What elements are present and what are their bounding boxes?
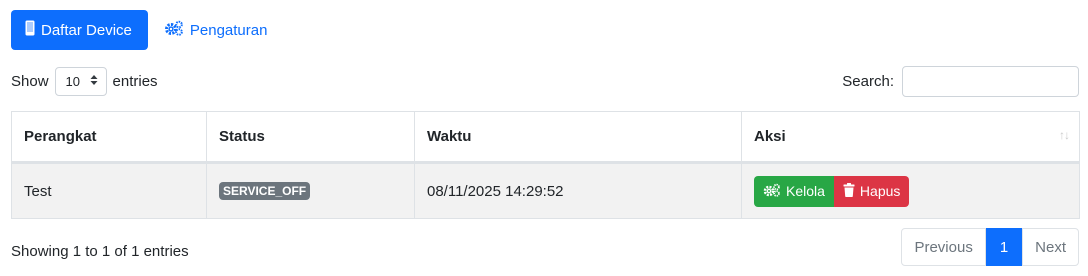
device-table: Perangkat Status Waktu Aksi ↑↓ Test SERV… (11, 111, 1080, 219)
trash-icon (843, 182, 855, 200)
search-control: Search: (842, 66, 1079, 97)
entries-select[interactable]: 10 (54, 67, 107, 96)
kelola-label: Kelola (786, 183, 825, 199)
kelola-button[interactable]: Kelola (754, 175, 834, 207)
pagination: Previous 1 Next (901, 228, 1079, 266)
table-row: Test SERVICE_OFF 08/11/2025 14:29:52 Kel… (11, 162, 1080, 219)
sort-icon: ↑↓ (1059, 128, 1070, 142)
hapus-label: Hapus (859, 183, 901, 199)
pagination-page-1[interactable]: 1 (985, 228, 1023, 266)
cell-device: Test (11, 162, 207, 219)
mobile-icon (25, 20, 35, 40)
table-header-row: Perangkat Status Waktu Aksi ↑↓ (11, 111, 1080, 164)
pagination-next[interactable]: Next (1022, 228, 1079, 266)
pagination-previous[interactable]: Previous (901, 228, 986, 266)
nav-tabs: Daftar Device Pengaturan (11, 10, 267, 50)
column-header-status[interactable]: Status (206, 111, 415, 164)
entries-label: entries (112, 73, 158, 90)
column-header-aksi-label: Aksi (754, 128, 786, 145)
tab-daftar-device[interactable]: Daftar Device (11, 10, 148, 50)
cell-actions: Kelola Hapus (741, 162, 1080, 219)
tab-daftar-device-label: Daftar Device (41, 21, 132, 39)
show-label: Show (11, 73, 49, 90)
tab-pengaturan[interactable]: Pengaturan (164, 20, 268, 40)
gears-icon (164, 20, 184, 40)
column-header-waktu[interactable]: Waktu (414, 111, 742, 164)
cell-time: 08/11/2025 14:29:52 (414, 162, 742, 219)
cell-status: SERVICE_OFF (206, 162, 415, 219)
column-header-perangkat[interactable]: Perangkat (11, 111, 207, 164)
search-input[interactable] (902, 66, 1079, 97)
column-header-aksi[interactable]: Aksi ↑↓ (741, 111, 1080, 164)
status-badge: SERVICE_OFF (219, 182, 311, 200)
gears-icon (763, 183, 781, 200)
updown-icon (90, 74, 98, 89)
table-info: Showing 1 to 1 of 1 entries (11, 243, 189, 260)
entries-select-value: 10 (65, 74, 80, 89)
tab-pengaturan-label: Pengaturan (189, 21, 268, 39)
entries-length-control: Show 10 entries (11, 66, 158, 97)
hapus-button[interactable]: Hapus (833, 175, 910, 207)
search-label: Search: (842, 73, 894, 90)
